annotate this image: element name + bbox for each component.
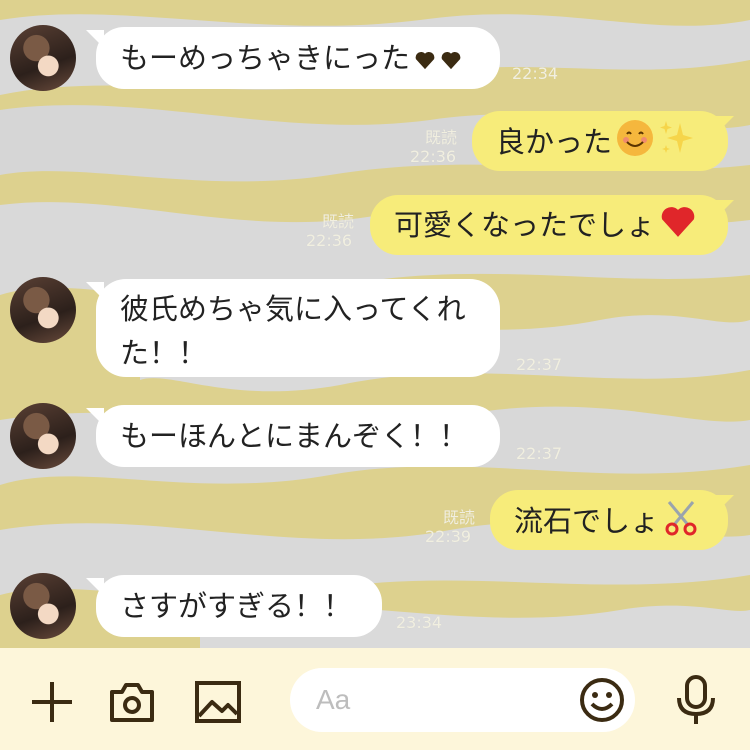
bubble-tail xyxy=(716,495,734,513)
timestamp: 22:36 xyxy=(410,147,457,166)
sparkles-icon xyxy=(658,119,694,169)
emoji-icon[interactable] xyxy=(578,676,626,728)
avatar[interactable] xyxy=(10,25,76,91)
message-input-placeholder[interactable]: Aa xyxy=(316,682,350,718)
message-text: 彼氏めちゃ気に入ってくれた！！ xyxy=(120,292,466,370)
read-receipt: 既読 xyxy=(322,212,355,231)
bubble-tail xyxy=(716,200,734,218)
message-text: もーめっちゃきにった xyxy=(120,41,411,75)
avatar[interactable] xyxy=(10,403,76,469)
message-text: もーほんとにまんぞく！！ xyxy=(120,419,469,453)
microphone-icon[interactable] xyxy=(672,674,720,730)
message-text: 可愛くなったでしょ xyxy=(394,208,656,242)
red-heart-icon xyxy=(659,203,697,251)
message-bubble-incoming[interactable]: もーめっちゃきにった xyxy=(96,27,500,89)
timestamp: 23:34 xyxy=(396,613,443,632)
timestamp: 22:37 xyxy=(516,444,563,463)
timestamp: 22:36 xyxy=(306,231,353,250)
smiling-face-icon xyxy=(616,119,654,169)
timestamp: 22:34 xyxy=(512,64,559,83)
message-bubble-incoming[interactable]: 彼氏めちゃ気に入ってくれた！！ xyxy=(96,279,500,377)
camera-icon[interactable] xyxy=(108,678,156,730)
message-bubble-incoming[interactable]: もーほんとにまんぞく！！ xyxy=(96,405,500,467)
timestamp: 22:39 xyxy=(425,527,472,546)
bubble-tail xyxy=(716,116,734,134)
message-bubble-outgoing[interactable]: 流石でしょ xyxy=(490,490,728,550)
avatar[interactable] xyxy=(10,277,76,343)
read-receipt: 既読 xyxy=(425,128,458,147)
read-receipt: 既読 xyxy=(443,508,476,527)
heart-black-icon xyxy=(440,38,462,82)
message-text: 良かった xyxy=(496,125,613,159)
message-text: 流石でしょ xyxy=(514,504,660,538)
scissors-icon xyxy=(663,498,699,548)
plus-icon[interactable] xyxy=(28,678,76,730)
heart-black-icon xyxy=(414,38,436,82)
message-text: さすがすぎる！！ xyxy=(120,589,353,623)
chat-area[interactable]: もーめっちゃきにった 22:34 既読 22:36 良かった 既読 22:36 … xyxy=(0,0,750,648)
avatar[interactable] xyxy=(10,573,76,639)
image-icon[interactable] xyxy=(194,678,242,730)
message-bubble-incoming[interactable]: さすがすぎる！！ xyxy=(96,575,382,637)
message-bubble-outgoing[interactable]: 可愛くなったでしょ xyxy=(370,195,728,255)
message-bubble-outgoing[interactable]: 良かった xyxy=(472,111,728,171)
timestamp: 22:37 xyxy=(516,355,563,374)
